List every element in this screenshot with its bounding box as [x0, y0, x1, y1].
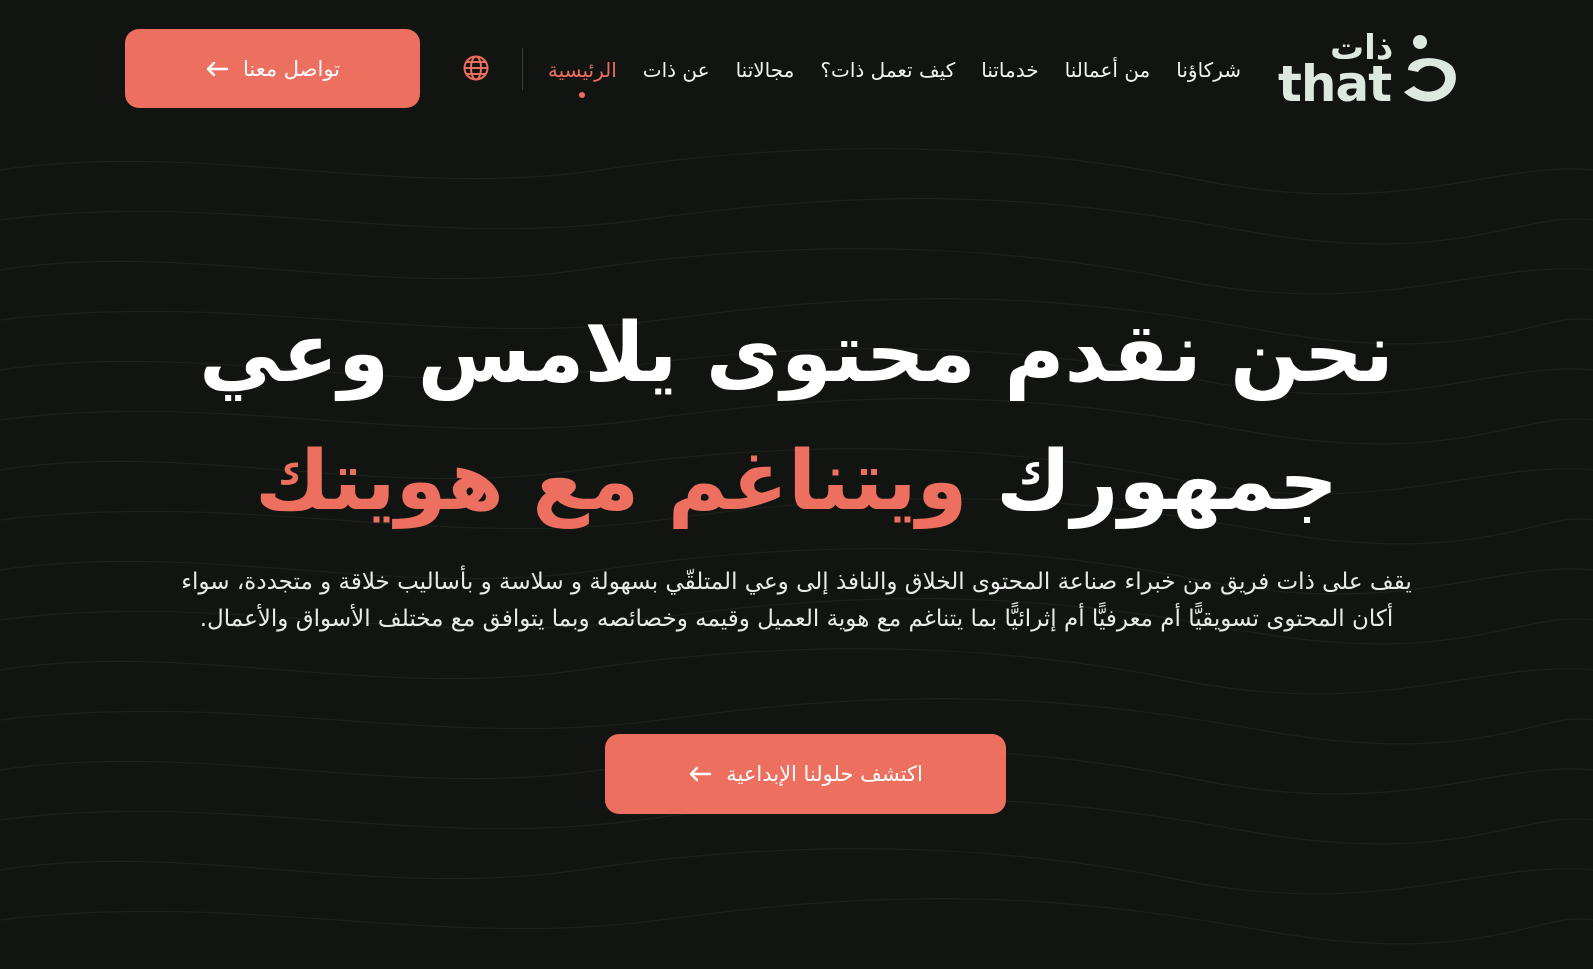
- main-navigation: الرئيسية عن ذات مجالاتنا كيف تعمل ذات؟ خ…: [548, 50, 1241, 98]
- globe-icon[interactable]: [462, 54, 490, 82]
- hero-title-line1: نحن نقدم محتوى يلامس وعي: [199, 306, 1394, 401]
- arrow-left-icon: [206, 61, 229, 76]
- arrow-left-icon: [690, 766, 712, 782]
- hero-title-line2-plain: جمهورك: [996, 434, 1339, 529]
- logo-latin-text: that: [1278, 55, 1392, 113]
- discover-solutions-label: اكتشف حلولنا الإبداعية: [726, 762, 923, 786]
- nav-item-home[interactable]: الرئيسية: [548, 52, 617, 98]
- nav-divider: [522, 48, 523, 90]
- nav-item-about[interactable]: عن ذات: [643, 52, 710, 88]
- hero-title: نحن نقدم محتوى يلامس وعي جمهورك ويتناغم …: [0, 290, 1593, 546]
- nav-item-how-it-works[interactable]: كيف تعمل ذات؟: [820, 52, 955, 88]
- hero-description: يقف على ذات فريق من خبراء صناعة المحتوى …: [181, 569, 1412, 632]
- discover-solutions-button[interactable]: اكتشف حلولنا الإبداعية: [605, 734, 1006, 814]
- nav-item-portfolio[interactable]: من أعمالنا: [1065, 52, 1151, 88]
- hero-title-line2-accent: ويتناغم مع هويتك: [254, 434, 968, 529]
- contact-us-label: تواصل معنا: [242, 56, 341, 81]
- background-wave-pattern: [0, 148, 1593, 945]
- site-header: ذات that الرئيسية عن ذات مجالاتنا كيف تع…: [0, 0, 1593, 137]
- hero-section: نحن نقدم محتوى يلامس وعي جمهورك ويتناغم …: [0, 290, 1593, 546]
- logo-mark-icon: [1404, 35, 1456, 102]
- brand-logo[interactable]: ذات that: [1278, 28, 1458, 112]
- nav-item-partners[interactable]: شركاؤنا: [1176, 52, 1241, 88]
- nav-item-services[interactable]: خدماتنا: [981, 52, 1038, 88]
- nav-item-fields[interactable]: مجالاتنا: [736, 52, 795, 88]
- contact-us-button[interactable]: تواصل معنا: [125, 29, 420, 108]
- landing-page: ذات that الرئيسية عن ذات مجالاتنا كيف تع…: [0, 0, 1593, 969]
